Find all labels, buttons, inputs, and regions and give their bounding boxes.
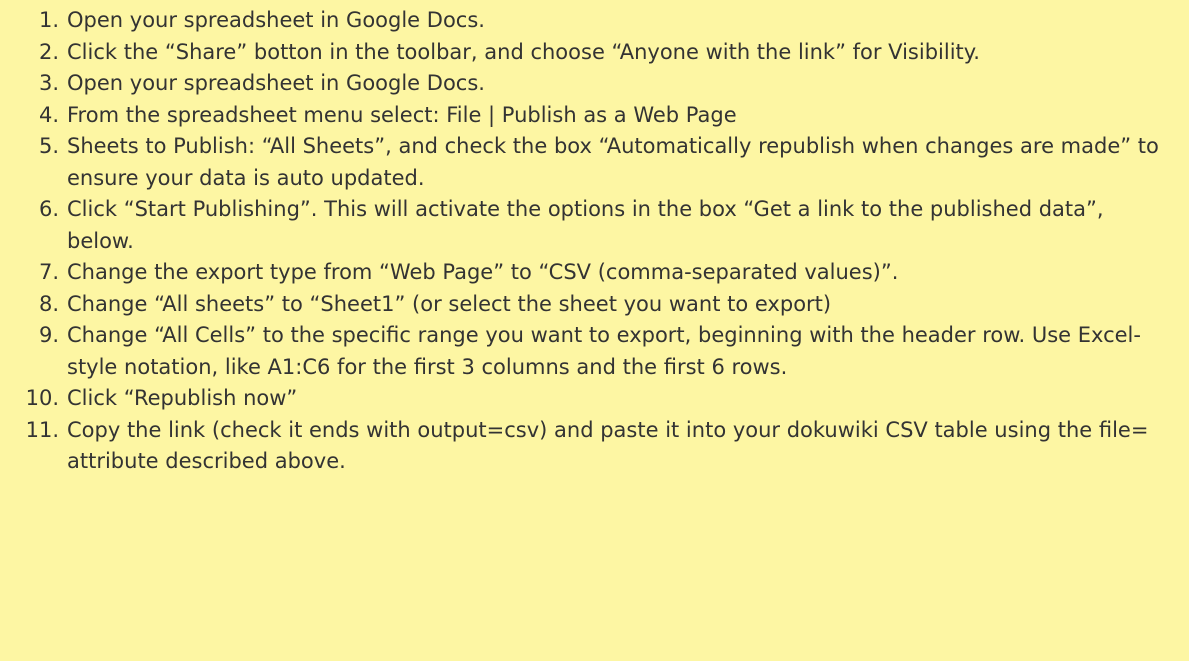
list-item: 8. Change “All sheets” to “Sheet1” (or se…	[0, 289, 1189, 321]
item-number: 9.	[38, 323, 59, 347]
item-text: Click “Republish now”	[67, 386, 298, 410]
item-text: From the spreadsheet menu select: File |…	[67, 102, 737, 127]
item-number: 10.	[25, 386, 59, 410]
item-number: 6.	[38, 197, 59, 221]
list-item: 3. Open your spreadsheet in Google Docs.	[0, 68, 1189, 100]
item-number: 4.	[38, 102, 59, 127]
instruction-list: 1. Open your spreadsheet in Google Docs. …	[0, 5, 1189, 478]
item-text: Open your spreadsheet in Google Docs.	[67, 8, 485, 32]
list-item: 6. Click “Start Publishing”. This will ac…	[0, 194, 1189, 257]
list-item: 10. Click “Republish now”	[0, 383, 1189, 415]
item-number: 3.	[38, 71, 59, 95]
item-text: Click “Start Publishing”. This will acti…	[67, 197, 1104, 253]
item-number: 2.	[38, 39, 59, 64]
item-text: Sheets to Publish: “All Sheets”, and che…	[67, 134, 1159, 190]
item-text: Change the export type from “Web Page” t…	[67, 260, 899, 284]
item-number: 11.	[25, 417, 59, 442]
item-number: 1.	[38, 8, 59, 32]
item-number: 7.	[38, 260, 59, 284]
list-item: 7. Change the export type from “Web Page”…	[0, 257, 1189, 289]
item-number: 5.	[38, 134, 59, 158]
item-text: Click the “Share” botton in the toolbar,…	[67, 39, 980, 64]
note-box: 1. Open your spreadsheet in Google Docs. …	[0, 0, 1189, 661]
list-item: 9. Change “All Cells” to the specific ran…	[0, 320, 1189, 383]
item-text: Change “All Cells” to the specific range…	[67, 323, 1141, 379]
list-item: 2. Click the “Share” botton in the toolba…	[0, 37, 1189, 69]
item-text: Copy the link (check it ends with output…	[67, 417, 1149, 474]
list-item: 4. From the spreadsheet menu select: File…	[0, 100, 1189, 132]
item-number: 8.	[38, 291, 59, 316]
item-text: Open your spreadsheet in Google Docs.	[67, 71, 485, 95]
list-item: 11. Copy the link (check it ends with out…	[0, 415, 1189, 478]
list-item: 5. Sheets to Publish: “All Sheets”, and c…	[0, 131, 1189, 194]
item-text: Change “All sheets” to “Sheet1” (or sele…	[67, 291, 832, 316]
list-item: 1. Open your spreadsheet in Google Docs.	[0, 5, 1189, 37]
